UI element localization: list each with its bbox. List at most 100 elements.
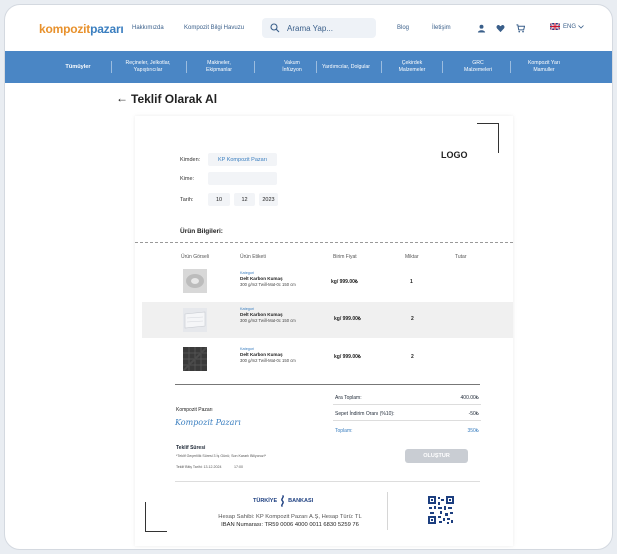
back-arrow-icon[interactable]: ← <box>116 91 128 105</box>
corner-mark <box>145 502 167 532</box>
discount-value: -50₺ <box>468 410 479 417</box>
signature: Kompozit Pazarı <box>175 418 241 427</box>
language-label: ENG <box>563 23 577 30</box>
nav-divider <box>316 61 317 73</box>
language-selector[interactable]: ENG <box>550 23 584 30</box>
nav-item-all[interactable]: Tümüyler <box>45 51 111 83</box>
total-label: Toplam: <box>335 428 353 434</box>
unit-price: kg/ 999.00₺ <box>334 316 362 322</box>
total-value: 350₺ <box>467 428 479 434</box>
year-field[interactable]: 2023 <box>259 193 278 206</box>
column-header: Miktar <box>405 254 419 260</box>
quote-document: LOGO Kimden: KP Kompozit Pazarı Kime: Ta… <box>135 116 513 546</box>
nav-divider <box>111 61 112 73</box>
product-description: 300 g/m2 Twill-Mat-0c 150 cm <box>240 318 296 323</box>
nav-divider <box>510 61 511 73</box>
chevron-down-icon <box>578 24 584 29</box>
product-description: 300 g/m2 Twill-Mat-0c 150 cm <box>240 282 296 287</box>
product-description: 300 g/m2 Twill-Mat-0c 150 cm <box>240 358 296 363</box>
about-link[interactable]: Hakkımızda <box>132 25 164 31</box>
quantity: 2 <box>411 354 414 360</box>
bank-name-right: BANKASI <box>288 498 314 504</box>
user-icon[interactable] <box>477 24 486 33</box>
search-icon <box>270 23 280 33</box>
quote-end-time: 17:00 <box>234 465 243 469</box>
from-label: Kimden: <box>180 157 201 163</box>
dashed-divider <box>135 242 513 243</box>
table-row: Kategori Delt Karbon Kumaş 300 g/m2 Twil… <box>142 341 513 377</box>
from-field[interactable]: KP Kompozit Pazarı <box>208 153 277 166</box>
month-field[interactable]: 12 <box>234 193 255 206</box>
search-input[interactable]: Arama Yap... <box>262 18 376 38</box>
document-logo: LOGO <box>441 150 468 160</box>
nav-item-resins[interactable]: Reçineler, Jelkotlar, Yapıştırıcılar <box>115 51 181 83</box>
nav-divider <box>186 61 187 73</box>
search-placeholder: Arama Yap... <box>287 23 333 33</box>
day-field[interactable]: 10 <box>208 193 230 206</box>
app-window: kompozitpazarı Hakkımızda Kompozit Bilgi… <box>4 4 613 550</box>
column-header: Ürün Görseli <box>181 254 210 260</box>
nav-divider <box>254 61 255 73</box>
bank-logo: TÜRKİYE BANKASI <box>253 495 313 507</box>
product-category: Kategori <box>240 347 255 351</box>
quantity: 2 <box>411 316 414 322</box>
vertical-divider <box>387 492 388 530</box>
heart-icon[interactable] <box>496 24 505 33</box>
subtotal-value: 400.00₺ <box>460 394 479 401</box>
nav-item-machines[interactable]: Makineler, Ekipmanlar <box>195 51 243 83</box>
nav-item-fillers[interactable]: Yardımcılar, Dolgular <box>321 51 371 83</box>
divider <box>175 481 480 482</box>
product-image <box>183 269 207 293</box>
category-nav: Tümüyler Reçineler, Jelkotlar, Yapıştırı… <box>5 51 612 83</box>
uk-flag-icon <box>550 23 560 30</box>
logo-part1: kompozit <box>39 22 91 36</box>
knowledge-pool-link[interactable]: Kompozit Bilgi Havuzu <box>184 25 244 31</box>
nav-item-vacuum[interactable]: Vakum İnfüzyon <box>275 51 309 83</box>
discount-label: Sepet İndirim Oranı (%10): <box>335 410 395 417</box>
column-header: Ürün Etiketi <box>240 254 266 260</box>
total-row: Toplam: 350₺ <box>333 424 481 438</box>
nav-item-semi[interactable]: Kompozit Yarı Mamuller <box>522 51 566 83</box>
product-name: Delt Karbon Kumaş <box>240 276 283 281</box>
quote-validity-note: *Teklif Geçerlilik Süresi 3 İş Günü; Son… <box>176 454 267 458</box>
quote-end-date: Teklif Bitiş Tarihi: 13.12.2024 <box>176 465 222 469</box>
company-name: Kompozit Pazarı <box>176 407 213 413</box>
page-title: Teklif Olarak Al <box>131 92 218 106</box>
date-label: Tarih: <box>180 197 194 203</box>
to-label: Kime: <box>180 176 195 182</box>
product-name: Delt Karbon Kumaş <box>240 312 283 317</box>
unit-price: kg/ 999.00₺ <box>334 354 362 360</box>
table-row: Kategori Delt Karbon Kumaş 300 g/m2 Twil… <box>142 302 513 338</box>
contact-link[interactable]: İletişim <box>432 25 451 31</box>
nav-item-grc[interactable]: GRC Malzemeleri <box>460 51 496 83</box>
nav-item-core[interactable]: Çekirdek Malzemeler <box>391 51 433 83</box>
subtotal-row: Ara Toplam: 400.00₺ <box>333 391 481 405</box>
product-name: Delt Karbon Kumaş <box>240 352 283 357</box>
top-header: kompozitpazarı Hakkımızda Kompozit Bilgi… <box>5 5 612 51</box>
account-holder: Hesap Sahibi: KP Kompozit Pazarı A.Ş, He… <box>218 514 362 520</box>
blog-link[interactable]: Blog <box>397 25 409 31</box>
subtotal-label: Ara Toplam: <box>335 394 362 401</box>
logo-part2: pazarı <box>90 22 124 36</box>
create-button[interactable]: OLUŞTUR <box>405 449 468 463</box>
qr-code-icon <box>428 496 454 524</box>
discount-row: Sepet İndirim Oranı (%10): -50₺ <box>333 407 481 421</box>
iban-number: IBAN Numarası: TR59 0006 4000 0011 6830 … <box>221 522 359 528</box>
cart-icon[interactable] <box>516 24 525 33</box>
site-logo[interactable]: kompozitpazarı <box>39 22 124 36</box>
table-row: Kategori Delt Karbon Kumaş 300 g/m2 Twil… <box>142 263 513 299</box>
divider <box>175 384 480 385</box>
nav-divider <box>442 61 443 73</box>
bank-name-left: TÜRKİYE <box>253 498 278 504</box>
product-image <box>182 346 208 372</box>
product-image <box>183 308 207 332</box>
column-header: Birim Fiyat <box>333 254 357 260</box>
corner-mark <box>477 123 499 153</box>
bank-emblem-icon <box>281 495 285 507</box>
product-category: Kategori <box>240 271 255 275</box>
quote-validity-title: Teklif Süresi <box>176 445 206 451</box>
to-field[interactable] <box>208 172 277 185</box>
column-header: Tutar <box>455 254 467 260</box>
section-title: Ürün Bilgileri: <box>180 228 223 235</box>
unit-price: kg/ 999.00₺ <box>331 279 359 285</box>
